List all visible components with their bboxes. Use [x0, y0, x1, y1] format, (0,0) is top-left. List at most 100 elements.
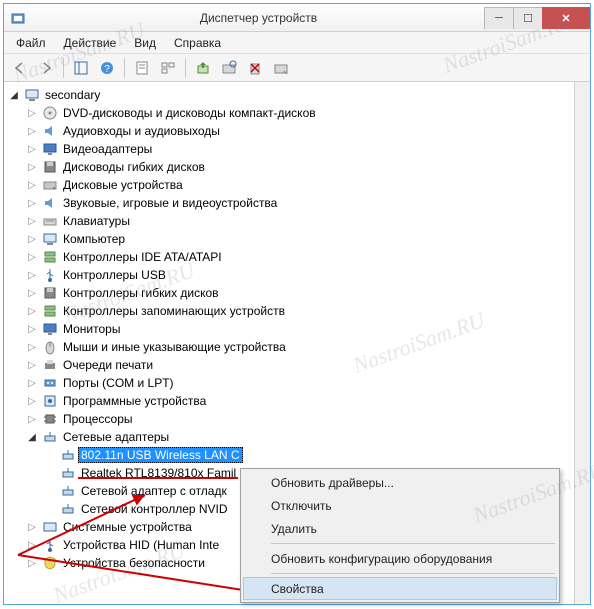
- disable-button[interactable]: [269, 57, 293, 79]
- tree-item-label: Устройства HID (Human Inte: [60, 537, 222, 553]
- expand-icon[interactable]: ▷: [24, 231, 40, 247]
- expand-icon[interactable]: ▷: [24, 555, 40, 571]
- ctx-remove[interactable]: Удалить: [243, 517, 557, 540]
- port-icon: [42, 375, 58, 391]
- tree-category[interactable]: ▷ Клавиатуры: [6, 212, 588, 230]
- expand-icon[interactable]: ▷: [24, 267, 40, 283]
- annotation-underline: [78, 477, 238, 479]
- cpu-icon: [42, 411, 58, 427]
- soft-icon: [42, 393, 58, 409]
- tree-category[interactable]: ▷Дисководы гибких дисков: [6, 158, 588, 176]
- scan-hardware-button[interactable]: [217, 57, 241, 79]
- toolbar-separator: [124, 58, 125, 78]
- expand-icon[interactable]: ▷: [24, 357, 40, 373]
- expand-icon[interactable]: ▷: [24, 285, 40, 301]
- expand-icon[interactable]: ▷: [24, 159, 40, 175]
- ctx-properties[interactable]: Свойства: [243, 577, 557, 600]
- tree-category[interactable]: ▷Контроллеры гибких дисков: [6, 284, 588, 302]
- tree-category[interactable]: ▷ Контроллеры IDE ATA/ATAPI: [6, 248, 588, 266]
- tree-item-label: Контроллеры IDE ATA/ATAPI: [60, 249, 225, 265]
- tree-item-label: Сетевой адаптер с отладк: [78, 483, 230, 499]
- expand-icon[interactable]: ▷: [24, 519, 40, 535]
- props-button[interactable]: [130, 57, 154, 79]
- mouse-icon: [42, 339, 58, 355]
- pc-icon: [24, 87, 40, 103]
- tree-item-label: Видеоадаптеры: [60, 141, 155, 157]
- menu-view[interactable]: Вид: [126, 34, 164, 52]
- tree-item-label: Устройства безопасности: [60, 555, 208, 571]
- tree-item-label: Звуковые, игровые и видеоустройства: [60, 195, 280, 211]
- expand-icon[interactable]: ▷: [24, 303, 40, 319]
- tree-item-label: Сетевые адаптеры: [60, 429, 172, 445]
- help-button[interactable]: ?: [95, 57, 119, 79]
- tree-device-network[interactable]: 802.11n USB Wireless LAN C: [6, 446, 588, 464]
- menu-help[interactable]: Справка: [166, 34, 229, 52]
- collapse-icon[interactable]: ◢: [6, 87, 22, 103]
- collapse-icon[interactable]: ◢: [24, 429, 40, 445]
- update-driver-button[interactable]: [191, 57, 215, 79]
- tree-category[interactable]: ▷Дисковые устройства: [6, 176, 588, 194]
- close-button[interactable]: ✕: [542, 7, 590, 29]
- expand-icon[interactable]: ▷: [24, 393, 40, 409]
- expand-icon[interactable]: ▷: [24, 213, 40, 229]
- audio-icon: [42, 123, 58, 139]
- show-tree-button[interactable]: [69, 57, 93, 79]
- expand-icon[interactable]: ▷: [24, 195, 40, 211]
- expand-icon[interactable]: ▷: [24, 141, 40, 157]
- tree-item-label: Мониторы: [60, 321, 123, 337]
- tree-category[interactable]: ▷Контроллеры USB: [6, 266, 588, 284]
- expand-icon[interactable]: ▷: [24, 411, 40, 427]
- tree-item-label: Клавиатуры: [60, 213, 133, 229]
- expand-icon[interactable]: ▷: [24, 105, 40, 121]
- tree-category[interactable]: ▷Программные устройства: [6, 392, 588, 410]
- ctx-label: Свойства: [271, 582, 324, 596]
- tree-category[interactable]: ▷ Мониторы: [6, 320, 588, 338]
- ctx-separator: [271, 573, 555, 574]
- printer-icon: [42, 357, 58, 373]
- back-button[interactable]: [8, 57, 32, 79]
- tree-category[interactable]: ▷Аудиовходы и аудиовыходы: [6, 122, 588, 140]
- tree-category[interactable]: ▷DVD-дисководы и дисководы компакт-диско…: [6, 104, 588, 122]
- menu-action[interactable]: Действие: [56, 34, 125, 52]
- tree-category-network[interactable]: ◢ Сетевые адаптеры: [6, 428, 588, 446]
- tree-category[interactable]: ▷ Компьютер: [6, 230, 588, 248]
- ctx-separator: [271, 543, 555, 544]
- expander-none: [42, 483, 58, 499]
- maximize-button[interactable]: ☐: [513, 7, 543, 29]
- minimize-button[interactable]: ─: [484, 7, 514, 29]
- expand-icon[interactable]: ▷: [24, 177, 40, 193]
- tree-category[interactable]: ▷ Процессоры: [6, 410, 588, 428]
- tree-item-label: Очереди печати: [60, 357, 156, 373]
- ctx-label: Обновить конфигурацию оборудования: [271, 552, 492, 566]
- disc-icon: [42, 105, 58, 121]
- ctx-update-drivers[interactable]: Обновить драйверы...: [243, 471, 557, 494]
- tree-category[interactable]: ▷ Очереди печати: [6, 356, 588, 374]
- tree-root[interactable]: ◢secondary: [6, 86, 588, 104]
- view2-button[interactable]: [156, 57, 180, 79]
- tree-item-label: Процессоры: [60, 411, 136, 427]
- tree-category[interactable]: ▷ Звуковые, игровые и видеоустройства: [6, 194, 588, 212]
- net-icon: [42, 429, 58, 445]
- comp-icon: [42, 519, 58, 535]
- menu-file[interactable]: Файл: [8, 34, 54, 52]
- expand-icon[interactable]: ▷: [24, 339, 40, 355]
- sec-icon: [42, 555, 58, 571]
- ctx-scan-hardware[interactable]: Обновить конфигурацию оборудования: [243, 547, 557, 570]
- tree-category[interactable]: ▷ Видеоадаптеры: [6, 140, 588, 158]
- expand-icon[interactable]: ▷: [24, 123, 40, 139]
- tree-item-label: Мыши и иные указывающие устройства: [60, 339, 289, 355]
- expand-icon[interactable]: ▷: [24, 537, 40, 553]
- tree-category[interactable]: ▷Порты (COM и LPT): [6, 374, 588, 392]
- forward-button[interactable]: [34, 57, 58, 79]
- tree-item-label: Компьютер: [60, 231, 128, 247]
- expand-icon[interactable]: ▷: [24, 375, 40, 391]
- tree-category[interactable]: ▷Контроллеры запоминающих устройств: [6, 302, 588, 320]
- ctx-disable[interactable]: Отключить: [243, 494, 557, 517]
- tree-item-label: 802.11n USB Wireless LAN C: [78, 447, 243, 463]
- tree-category[interactable]: ▷ Мыши и иные указывающие устройства: [6, 338, 588, 356]
- uninstall-button[interactable]: [243, 57, 267, 79]
- storage-icon: [42, 303, 58, 319]
- expand-icon[interactable]: ▷: [24, 249, 40, 265]
- expand-icon[interactable]: ▷: [24, 321, 40, 337]
- keyboard-icon: [42, 213, 58, 229]
